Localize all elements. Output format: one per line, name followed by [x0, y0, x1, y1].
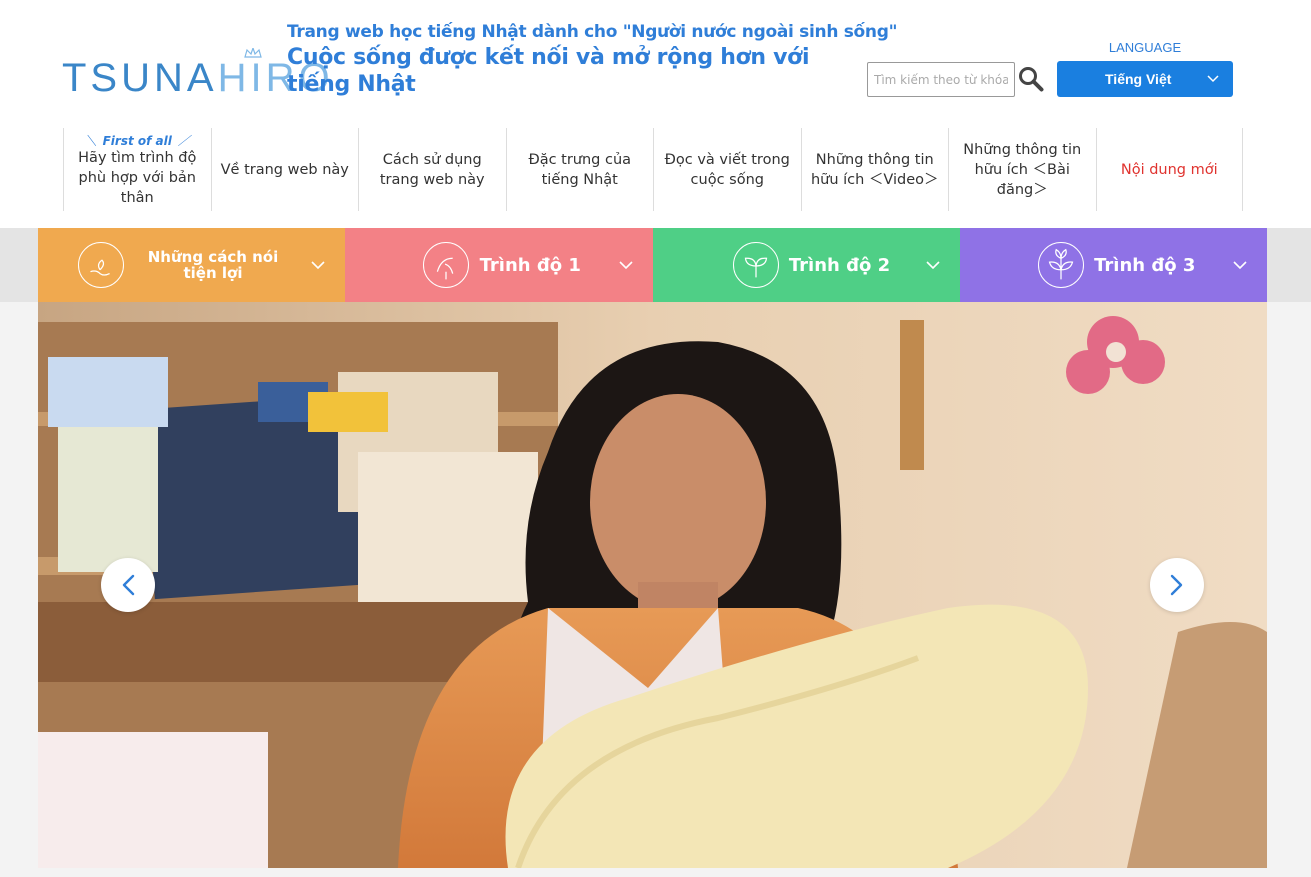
nav-item-label: Đọc và viết trong cuộc sống — [664, 151, 790, 188]
chevron-down-icon — [1207, 75, 1219, 83]
search-input[interactable] — [867, 62, 1015, 97]
nav-item-new-content[interactable]: Nội dung mới — [1095, 128, 1243, 211]
level-tab-2[interactable]: Trình độ 2 — [652, 228, 960, 302]
nav-item-useful-posts[interactable]: Những thông tin hữu ích ＜Bài đăng＞ — [948, 128, 1096, 211]
nav-item-label: Hãy tìm trình độ phù hợp với bản thân — [78, 149, 197, 206]
site-logo[interactable]: TSUNAHIRO — [62, 48, 330, 100]
hero-margin-left — [0, 302, 38, 868]
language-label: LANGUAGE — [1108, 40, 1182, 55]
nav-item-reading-writing[interactable]: Đọc và viết trong cuộc sống — [653, 128, 801, 211]
main-nav: ＼ First of all ／ Hãy tìm trình độ phù hợp … — [63, 128, 1243, 211]
language-selected: Tiếng Việt — [1105, 71, 1172, 87]
nav-item-about[interactable]: Về trang web này — [210, 128, 359, 211]
nav-item-label: Về trang web này — [220, 161, 349, 178]
language-select[interactable]: Tiếng Việt — [1057, 61, 1233, 97]
chevron-down-icon — [618, 261, 633, 270]
nav-item-useful-video[interactable]: Những thông tin hữu ích ＜Video＞ — [800, 128, 949, 211]
search-icon[interactable] — [1018, 66, 1044, 92]
level-label: Trình độ 1 — [479, 254, 581, 276]
chevron-down-icon — [311, 261, 325, 270]
slider-prev-button[interactable] — [101, 558, 155, 612]
level-tab-3[interactable]: Trình độ 3 — [959, 228, 1267, 302]
logo-text-dark: TSUNA — [62, 56, 218, 100]
first-of-all-label: First of all — [102, 133, 172, 148]
hero-margin-right — [1267, 302, 1311, 868]
hero-photo — [38, 302, 1267, 868]
site-headline: Cuộc sống được kết nối và mở rộng hơn vớ… — [287, 45, 810, 97]
nav-item-label: Cách sử dụng trang web này — [379, 151, 485, 188]
level-bar: Những cách nói tiện lợi Trình độ 1 Trình… — [38, 228, 1267, 302]
nav-item-label: Đặc trưng của tiếng Nhật — [528, 151, 632, 188]
nav-item-label: Nội dung mới — [1120, 161, 1218, 178]
hand-sprout-icon — [78, 242, 124, 288]
nav-item-how-to-use[interactable]: Cách sử dụng trang web này — [358, 128, 506, 211]
first-of-all-badge: ＼ First of all ／ — [84, 133, 190, 148]
chevron-left-icon — [122, 574, 135, 596]
nav-item-japanese-features[interactable]: Đặc trưng của tiếng Nhật — [505, 128, 654, 211]
nav-item-label: Những thông tin hữu ích ＜Video＞ — [810, 151, 939, 188]
page-bottom-strip — [0, 868, 1311, 877]
slider-next-button[interactable] — [1150, 558, 1204, 612]
chevron-down-icon — [926, 261, 940, 270]
nav-item-label: Những thông tin hữu ích ＜Bài đăng＞ — [963, 141, 1082, 198]
plant-icon — [1037, 242, 1084, 288]
seedling-icon — [732, 242, 779, 288]
chevron-right-icon — [1170, 574, 1183, 596]
nav-item-find-level[interactable]: ＼ First of all ／ Hãy tìm trình độ phù hợp … — [63, 128, 211, 211]
site-tagline: Trang web học tiếng Nhật dành cho "Người… — [287, 22, 898, 42]
level-label: Trình độ 2 — [788, 254, 891, 276]
level-tab-1[interactable]: Trình độ 1 — [345, 228, 653, 302]
chevron-down-icon — [1233, 261, 1247, 270]
sprout-icon — [423, 242, 470, 288]
level-label: Trình độ 3 — [1094, 254, 1196, 276]
site-header: TSUNAHIRO Trang web học tiếng Nhật dành … — [0, 0, 1311, 228]
level-label: Những cách nói tiện lợi — [147, 248, 279, 282]
hero-slider — [38, 302, 1267, 868]
level-tab-useful-phrases[interactable]: Những cách nói tiện lợi — [38, 228, 346, 302]
